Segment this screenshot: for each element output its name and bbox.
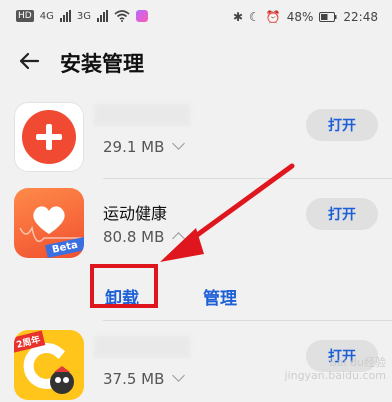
app-name-blurred [94,336,190,358]
app-name: 运动健康 [103,204,168,223]
moon-icon: ☾ [249,10,260,24]
watermark-line-1: Bai du经验 [329,356,386,369]
alarm-icon: ⏰ [265,10,281,24]
plus-icon [22,110,76,164]
open-button[interactable]: 打开 [306,109,378,141]
status-right: ✱ ☾ ⏰ 48% 22:48 [233,10,378,24]
watermark-line-2: jingyan.baidu.com [284,369,386,382]
wifi-icon [114,10,130,22]
app-icon: Beta [14,188,84,258]
status-left: HD 4G 3G [16,10,148,22]
app-size: 29.1 MB [103,137,186,156]
notification-app-icon [135,10,148,22]
hd-badge: HD [16,10,34,22]
app-row[interactable]: 29.1 MB 打开 [0,92,392,180]
battery-percent: 48% [286,10,314,24]
status-bar: HD 4G 3G ✱ ☾ ⏰ 48% 22:48 [0,0,392,38]
chevron-down-icon[interactable] [172,369,186,382]
chevron-up-icon[interactable] [172,232,186,245]
annotation-highlight-box [90,264,158,308]
network-type-2: 3G [76,10,91,22]
bluetooth-icon: ✱ [232,10,244,24]
page-title: 安装管理 [60,52,144,76]
app-name-blurred [94,104,190,126]
chevron-down-icon[interactable] [172,137,186,150]
app-size-value: 37.5 MB [103,370,165,388]
app-row[interactable]: Beta 运动健康 80.8 MB 打开 [0,182,392,312]
divider [103,320,392,321]
app-size: 80.8 MB [103,228,186,246]
back-arrow-icon[interactable] [14,46,44,76]
clock-time: 22:48 [343,10,378,24]
app-size-value: 29.1 MB [103,138,165,156]
manage-button[interactable]: 管理 [203,284,237,309]
signal-bars-icon [59,10,71,22]
app-size: 37.5 MB [103,369,186,388]
divider [103,178,392,179]
open-button[interactable]: 打开 [306,198,378,230]
app-icon [14,102,84,172]
app-icon: 2周年 [14,330,84,400]
battery-icon [319,12,337,22]
watermark: Bai du经验 jingyan.baidu.com [284,356,386,382]
app-size-value: 80.8 MB [103,228,165,246]
network-type-1: 4G [39,10,54,22]
title-bar: 安装管理 [0,38,392,90]
signal-bars-icon [96,10,108,22]
